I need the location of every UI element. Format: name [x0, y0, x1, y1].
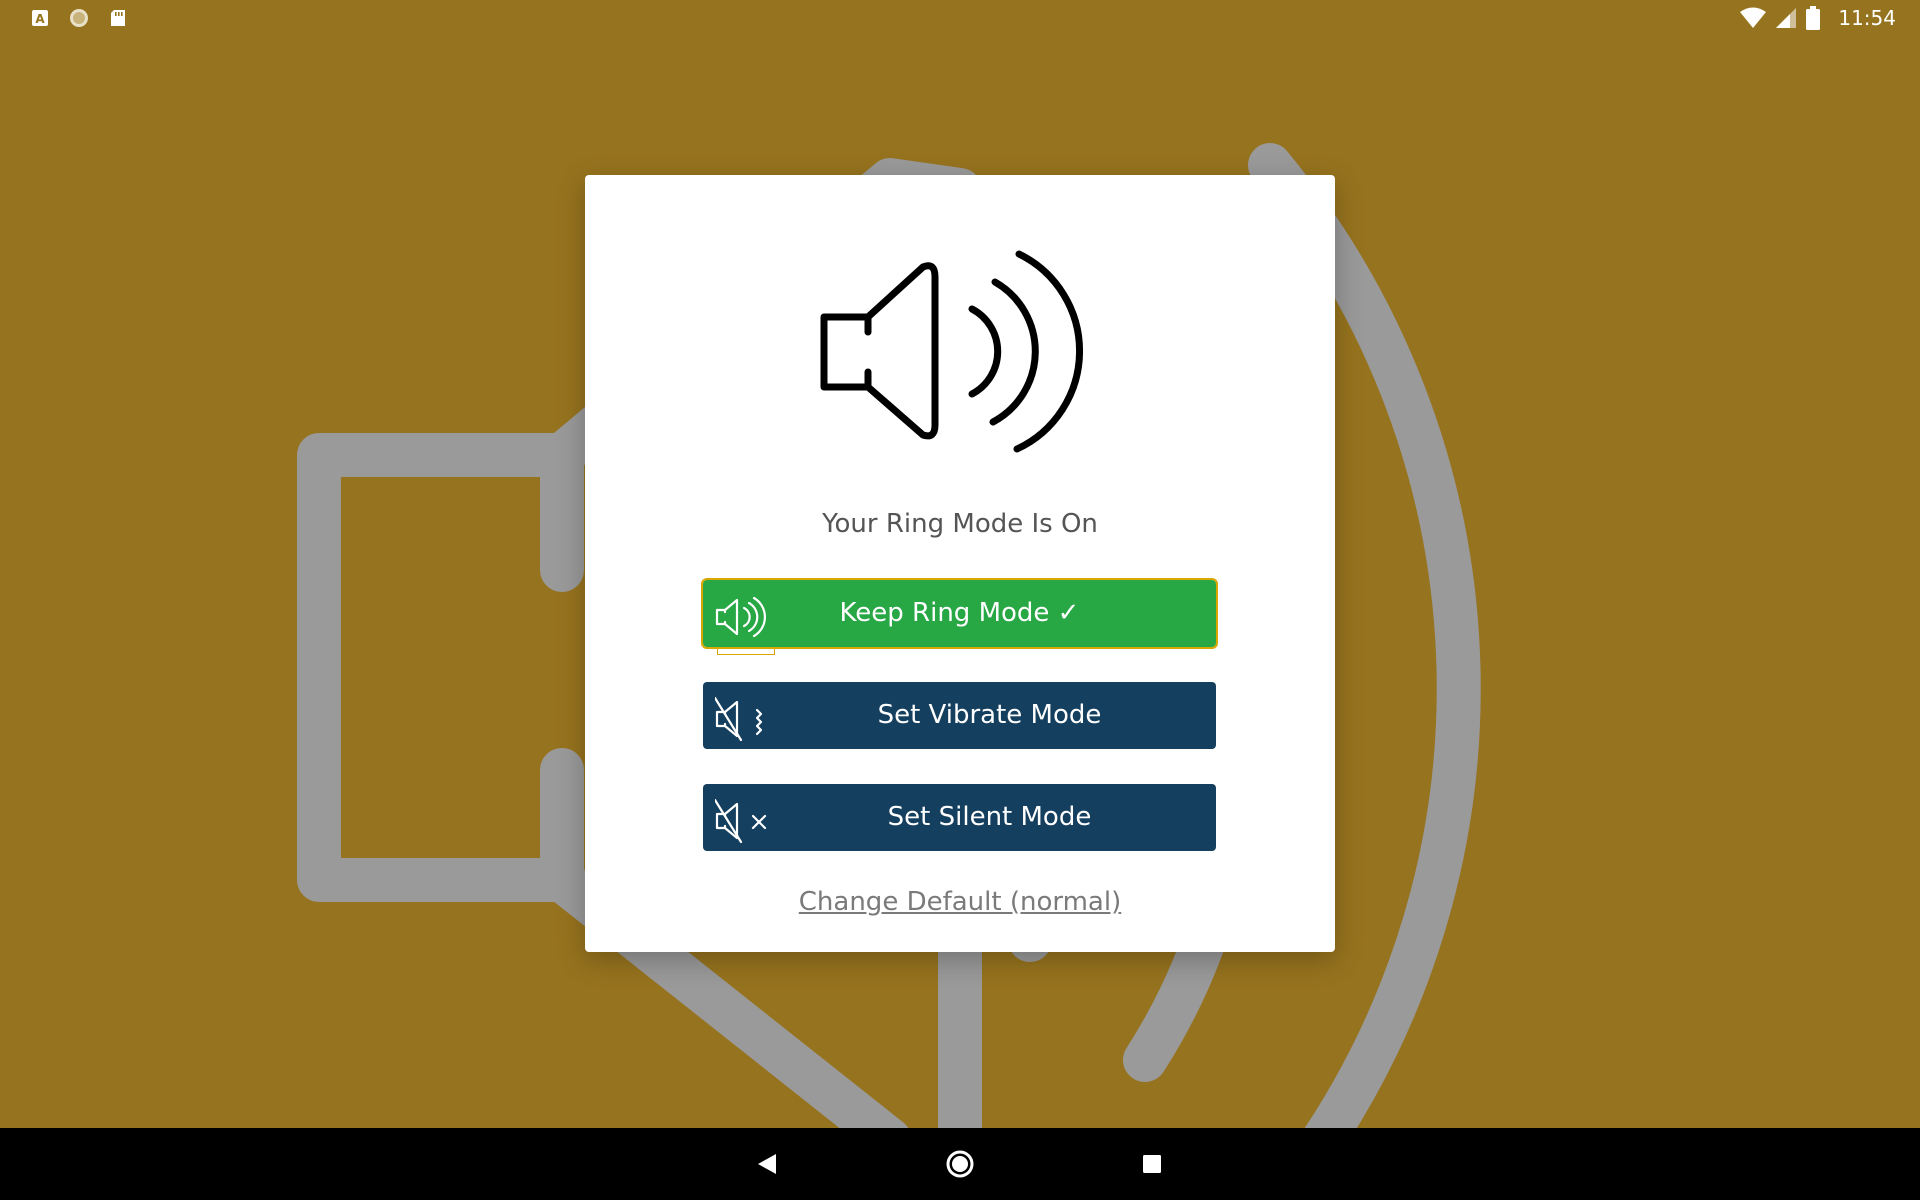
change-default-link[interactable]: Change Default (normal)	[585, 887, 1335, 917]
circle-app-icon	[70, 9, 88, 27]
back-icon[interactable]	[748, 1144, 788, 1184]
wifi-icon	[1740, 7, 1767, 28]
recents-icon[interactable]	[1132, 1144, 1172, 1184]
battery-icon	[1806, 6, 1821, 30]
set-vibrate-mode-label: Set Vibrate Mode	[877, 700, 1102, 730]
status-bar: A 11:54	[0, 0, 1920, 36]
speaker-volume-icon	[820, 250, 1084, 453]
keep-ring-mode-label: Keep Ring Mode ✓	[839, 598, 1080, 628]
set-vibrate-mode-button[interactable]: Set Vibrate Mode	[703, 682, 1216, 749]
sd-card-icon	[111, 10, 125, 26]
ring-mode-dialog: Your Ring Mode Is On Keep Ring Mode ✓ Se…	[585, 175, 1335, 952]
svg-text:A: A	[35, 12, 45, 26]
set-silent-mode-label: Set Silent Mode	[887, 802, 1092, 832]
focus-indicator	[717, 647, 775, 655]
ring-mode-status: Your Ring Mode Is On	[822, 509, 1098, 539]
cellular-signal-icon	[1776, 8, 1797, 28]
clock: 11:54	[1838, 6, 1896, 30]
home-icon[interactable]	[940, 1144, 980, 1184]
keyboard-a-icon: A	[32, 10, 48, 26]
navigation-bar	[0, 1128, 1920, 1200]
keep-ring-mode-button[interactable]: Keep Ring Mode ✓	[701, 578, 1218, 655]
set-silent-mode-button[interactable]: Set Silent Mode	[703, 784, 1216, 851]
